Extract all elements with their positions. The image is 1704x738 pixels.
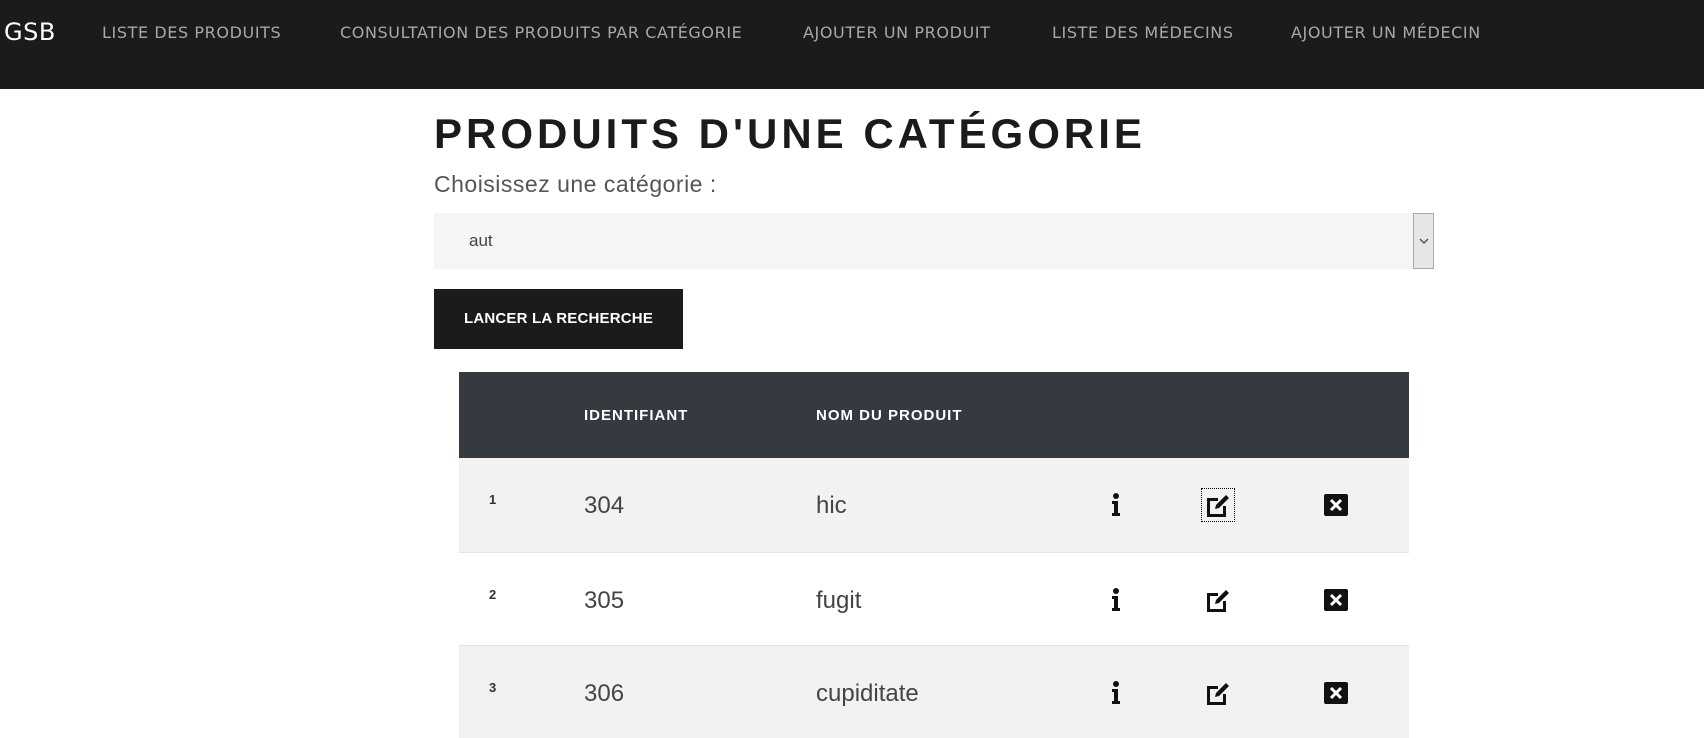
table-row: 2 305 fugit [459, 552, 1409, 646]
row-index: 3 [489, 680, 497, 695]
row-nom-produit: hic [816, 492, 847, 519]
edit-icon[interactable] [1203, 678, 1233, 708]
category-select[interactable]: aut [434, 213, 1434, 269]
nav-ajouter-medecin[interactable]: AJOUTER UN MÉDECIN [1291, 23, 1481, 42]
row-index: 2 [489, 587, 497, 602]
nav-consultation-categorie[interactable]: CONSULTATION DES PRODUITS PAR CATÉGORIE [340, 23, 742, 42]
search-button[interactable]: LANCER LA RECHERCHE [434, 289, 683, 349]
delete-icon[interactable] [1321, 490, 1351, 520]
info-icon[interactable] [1101, 678, 1131, 708]
table-row: 3 306 cupiditate [459, 646, 1409, 738]
delete-icon[interactable] [1321, 585, 1351, 615]
page-title: PRODUITS D'UNE CATÉGORIE [434, 110, 1146, 157]
edit-icon[interactable] [1201, 488, 1235, 522]
nav-liste-medecins[interactable]: LISTE DES MÉDECINS [1052, 23, 1234, 42]
nav-ajouter-produit[interactable]: AJOUTER UN PRODUIT [803, 23, 991, 42]
header-identifiant: IDENTIFIANT [584, 407, 689, 424]
row-index: 1 [489, 492, 497, 507]
category-select-value: aut [469, 231, 493, 250]
edit-icon[interactable] [1203, 585, 1233, 615]
table-row: 1 304 hic [459, 458, 1409, 552]
chevron-down-icon[interactable] [1413, 213, 1434, 269]
products-table: IDENTIFIANT NOM DU PRODUIT 1 304 hic 2 3… [459, 372, 1409, 738]
info-icon[interactable] [1101, 585, 1131, 615]
table-header: IDENTIFIANT NOM DU PRODUIT [459, 372, 1409, 458]
top-navbar: GSB LISTE DES PRODUITS CONSULTATION DES … [0, 0, 1704, 89]
delete-icon[interactable] [1321, 678, 1351, 708]
row-identifiant: 305 [584, 587, 625, 614]
nav-liste-produits[interactable]: LISTE DES PRODUITS [102, 23, 281, 42]
info-icon[interactable] [1101, 490, 1131, 520]
row-nom-produit: cupiditate [816, 680, 919, 707]
row-identifiant: 306 [584, 680, 625, 707]
row-identifiant: 304 [584, 492, 625, 519]
brand-logo[interactable]: GSB [4, 18, 56, 46]
category-select-label: Choisissez une catégorie : [434, 171, 717, 197]
row-nom-produit: fugit [816, 587, 862, 614]
header-nom-produit: NOM DU PRODUIT [816, 407, 963, 424]
